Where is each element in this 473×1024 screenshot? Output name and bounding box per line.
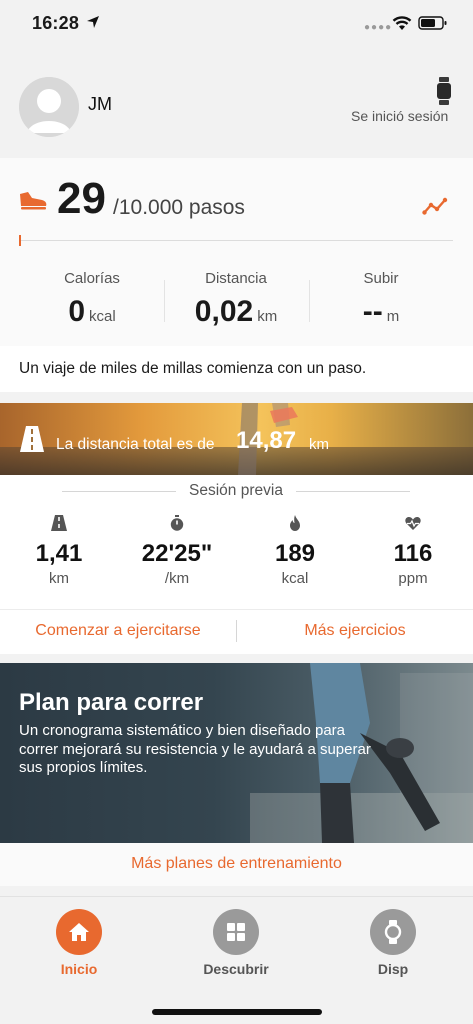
more-plans-row: Más planes de entrenamiento <box>0 843 473 886</box>
divider <box>296 491 410 492</box>
total-distance-value: 14,87 <box>236 427 297 454</box>
stat-label: Distancia <box>205 270 267 287</box>
more-training-plans-button[interactable]: Más planes de entrenamiento <box>0 855 473 873</box>
user-silhouette-icon <box>19 77 79 137</box>
stat-value: 0 <box>68 295 85 328</box>
start-workout-button[interactable]: Comenzar a ejercitarse <box>0 622 236 640</box>
total-distance-banner[interactable]: La distancia total es de 14,87 km <box>0 403 473 475</box>
metric-unit: /km <box>164 570 190 587</box>
stat-value: -- <box>362 295 383 328</box>
metric-value: 1,41 <box>35 540 83 567</box>
home-icon <box>56 909 102 955</box>
grid-icon <box>213 909 259 955</box>
motivational-quote: Un viaje de miles de millas comienza con… <box>0 346 473 392</box>
climb-stat: Subir -- m <box>308 270 454 330</box>
previous-session-card[interactable]: Sesión previa 1,41 km 22'25" /km 189 kca… <box>0 475 473 609</box>
tab-device[interactable]: Disp <box>333 909 453 977</box>
metric-value: 116 <box>393 540 433 567</box>
metric-value: 22'25" <box>141 540 213 567</box>
road-icon <box>20 426 44 452</box>
stat-label: Subir <box>363 270 399 287</box>
stopwatch-icon <box>170 515 184 531</box>
metric-unit: kcal <box>281 570 309 587</box>
quote-text: Un viaje de miles de millas comienza con… <box>19 360 367 377</box>
more-workouts-button[interactable]: Más ejercicios <box>237 622 473 640</box>
metric-unit: km <box>49 570 69 587</box>
trend-chart-icon[interactable] <box>422 196 448 216</box>
stat-label: Calorías <box>64 270 120 287</box>
stat-value: 0,02 <box>194 295 254 328</box>
location-arrow-icon <box>87 16 99 28</box>
divider <box>62 491 176 492</box>
session-calories: 189 kcal <box>236 515 354 587</box>
running-plan-card[interactable]: Plan para correr Un cronograma sistemáti… <box>0 663 473 843</box>
stat-unit: km <box>257 308 278 325</box>
step-count: 29 <box>57 174 106 223</box>
stat-unit: kcal <box>89 308 116 325</box>
road-icon <box>51 515 67 531</box>
calories-stat: Calorías 0 kcal <box>19 270 165 330</box>
plan-title: Plan para correr <box>19 689 204 716</box>
stat-unit: m <box>386 308 400 325</box>
step-goal: /10.000 pasos <box>113 196 245 219</box>
heart-rate-icon <box>405 516 421 530</box>
tab-label: Inicio <box>60 961 98 977</box>
tab-home[interactable]: Inicio <box>19 909 139 977</box>
workout-actions: Comenzar a ejercitarse Más ejercicios <box>0 609 473 654</box>
status-bar: 16:28 ●●●● <box>0 0 473 50</box>
metric-unit: ppm <box>398 570 428 587</box>
session-distance: 1,41 km <box>0 515 118 587</box>
band-device-icon[interactable] <box>437 77 451 105</box>
user-name[interactable]: JM <box>88 94 112 115</box>
session-status: Se inició sesión <box>351 108 449 124</box>
watch-icon <box>370 909 416 955</box>
total-distance-label: La distancia total es de <box>56 436 215 453</box>
tab-discover[interactable]: Descubrir <box>176 909 296 977</box>
profile-header: JM Se inició sesión <box>0 50 473 158</box>
total-distance-unit: km <box>309 436 329 453</box>
session-pace: 22'25" /km <box>118 515 236 587</box>
home-indicator[interactable] <box>152 1009 322 1015</box>
steps-progress-track <box>19 240 453 241</box>
metric-value: 189 <box>274 540 316 567</box>
tab-label: Disp <box>377 961 409 977</box>
wifi-icon <box>392 16 412 30</box>
plan-description: Un cronograma sistemático y bien diseñad… <box>19 722 371 776</box>
steps-card[interactable]: 29 /10.000 pasos Calorías 0 kcal Distanci… <box>0 158 473 346</box>
previous-session-title: Sesión previa <box>189 482 283 499</box>
battery-icon <box>418 16 447 30</box>
avatar[interactable] <box>19 77 79 137</box>
tab-bar: Inicio Descubrir Disp <box>0 896 473 1024</box>
session-heart-rate: 116 ppm <box>354 515 472 587</box>
cellular-signal-icon: ●●●● <box>364 22 393 33</box>
tab-label: Descubrir <box>203 961 269 977</box>
flame-icon <box>290 515 300 531</box>
steps-progress-fill <box>19 235 21 246</box>
status-time: 16:28 <box>32 13 80 33</box>
shoe-icon <box>20 192 47 210</box>
distance-stat: Distancia 0,02 km <box>163 270 309 330</box>
